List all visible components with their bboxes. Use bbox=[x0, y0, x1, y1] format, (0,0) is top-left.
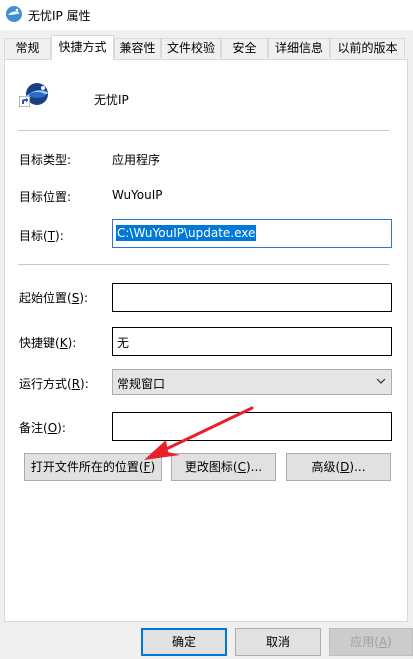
chevron-down-icon bbox=[376, 378, 386, 384]
target-input-text: C:\WuYouIP\update.exe bbox=[116, 225, 257, 241]
shortcut-name: 无忧IP bbox=[94, 93, 129, 107]
tab-security[interactable]: 安全 bbox=[221, 38, 268, 58]
hotkey-label: 快捷键(K): bbox=[19, 336, 77, 350]
start-in-label: 起始位置(S): bbox=[19, 291, 89, 305]
separator bbox=[18, 264, 389, 265]
target-type-label: 目标类型: bbox=[19, 153, 72, 167]
tab-details[interactable]: 详细信息 bbox=[268, 38, 330, 58]
run-select[interactable]: 常规窗口 bbox=[112, 369, 392, 395]
separator bbox=[18, 130, 389, 131]
tab-shortcut[interactable]: 快捷方式 bbox=[51, 35, 114, 60]
target-location-value: WuYouIP bbox=[112, 188, 163, 202]
run-label: 运行方式(R): bbox=[19, 377, 89, 391]
target-location-label: 目标位置: bbox=[19, 190, 72, 204]
target-type-value: 应用程序 bbox=[112, 153, 161, 167]
tab-general[interactable]: 常规 bbox=[4, 38, 51, 58]
advanced-button[interactable]: 高级(D)... bbox=[286, 453, 391, 481]
run-select-value: 常规窗口 bbox=[117, 377, 166, 391]
cancel-button[interactable]: 取消 bbox=[235, 628, 321, 656]
comment-label: 备注(O): bbox=[19, 421, 66, 435]
target-label: 目标(T): bbox=[19, 229, 64, 243]
ok-button[interactable]: 确定 bbox=[141, 628, 227, 656]
target-input[interactable]: C:\WuYouIP\update.exe bbox=[112, 219, 392, 248]
tab-previous-versions[interactable]: 以前的版本 bbox=[330, 38, 405, 58]
apply-button[interactable]: 应用(A) bbox=[329, 628, 413, 656]
app-icon bbox=[6, 6, 22, 22]
shortcut-arrow-icon bbox=[19, 96, 30, 107]
annotation-arrow bbox=[144, 406, 254, 460]
start-in-input[interactable] bbox=[112, 283, 392, 312]
tab-compatibility[interactable]: 兼容性 bbox=[114, 38, 161, 58]
hotkey-input[interactable]: 无 bbox=[112, 327, 392, 356]
tab-file-verify[interactable]: 文件校验 bbox=[161, 38, 221, 58]
window-title: 无忧IP 属性 bbox=[28, 9, 91, 23]
hotkey-input-text: 无 bbox=[117, 336, 130, 350]
